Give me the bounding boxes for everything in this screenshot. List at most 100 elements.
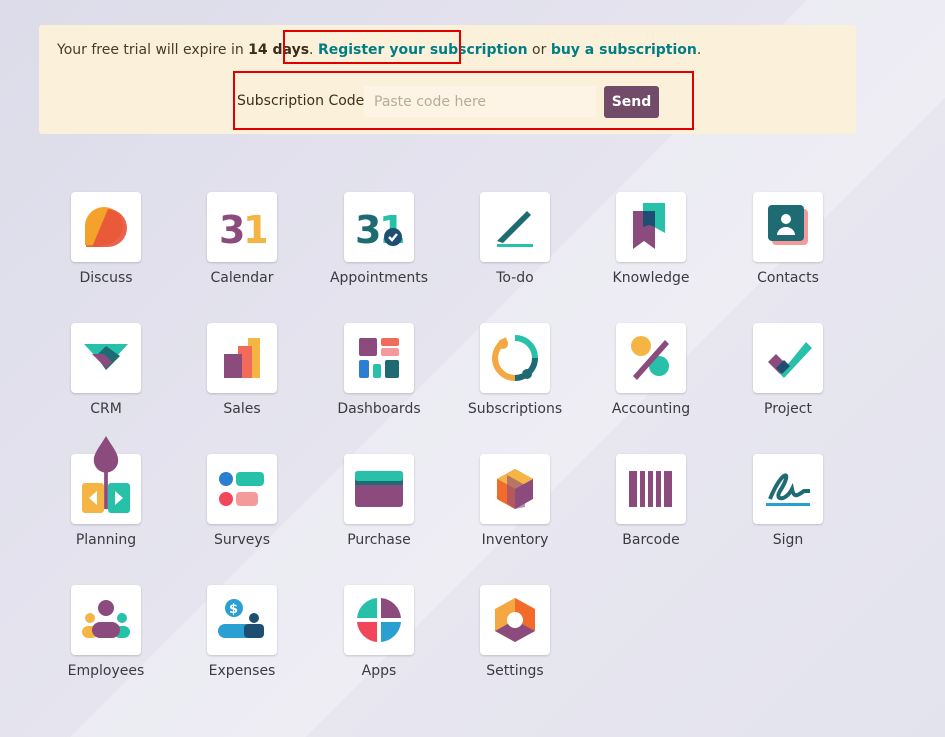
- sales-tile[interactable]: [207, 323, 277, 393]
- apps-icon: [357, 598, 401, 642]
- todo-icon: [497, 211, 533, 247]
- planning-tile[interactable]: [71, 436, 141, 524]
- buy-subscription-link[interactable]: buy a subscription: [551, 42, 697, 58]
- calendar-tile[interactable]: 3 1: [207, 192, 277, 262]
- app-label: Project: [764, 401, 812, 417]
- app-label: Inventory: [481, 532, 549, 548]
- app-label: Calendar: [210, 270, 274, 286]
- expenses-tile[interactable]: $: [207, 585, 277, 655]
- app-project[interactable]: Project: [719, 323, 855, 433]
- svg-text:3: 3: [219, 208, 245, 251]
- sign-icon: [766, 473, 810, 506]
- discuss-tile[interactable]: [71, 192, 141, 262]
- app-inventory[interactable]: Inventory: [446, 454, 582, 564]
- subscriptions-icon: [491, 335, 538, 381]
- inventory-tile[interactable]: [480, 454, 550, 524]
- svg-text:1: 1: [243, 208, 266, 251]
- app-label: Apps: [361, 663, 397, 679]
- subscription-code-input[interactable]: [364, 86, 596, 117]
- dashboards-tile[interactable]: [344, 323, 414, 393]
- dashboards-icon: [359, 338, 399, 378]
- project-tile[interactable]: [753, 323, 823, 393]
- surveys-icon: [219, 472, 264, 506]
- app-label: CRM: [90, 401, 122, 417]
- app-label: Barcode: [622, 532, 680, 548]
- contacts-icon: [768, 205, 808, 245]
- sign-tile[interactable]: [753, 454, 823, 524]
- calendar-icon: 3 1: [219, 208, 266, 251]
- app-subscriptions[interactable]: Subscriptions: [446, 323, 582, 433]
- or-text: or: [527, 42, 551, 58]
- project-icon: [768, 342, 812, 378]
- discuss-icon: [85, 207, 127, 247]
- appointments-tile[interactable]: 3 1: [344, 192, 414, 262]
- trial-period: .: [696, 42, 702, 58]
- app-discuss[interactable]: Discuss: [37, 192, 173, 302]
- apps-tile[interactable]: [344, 585, 414, 655]
- app-apps[interactable]: Apps: [310, 585, 446, 695]
- app-employees[interactable]: Employees: [37, 585, 173, 695]
- crm-icon: [84, 344, 128, 370]
- svg-text:$: $: [229, 602, 238, 617]
- app-label: Accounting: [611, 401, 691, 417]
- app-label: Purchase: [347, 532, 411, 548]
- app-label: Surveys: [214, 532, 270, 548]
- subscriptions-tile[interactable]: [480, 323, 550, 393]
- knowledge-icon: [633, 203, 665, 249]
- app-dashboards[interactable]: Dashboards: [310, 323, 446, 433]
- app-label: Sales: [223, 401, 261, 417]
- app-purchase[interactable]: Purchase: [310, 454, 446, 564]
- purchase-icon: [355, 471, 403, 507]
- app-planning[interactable]: Planning: [37, 436, 173, 564]
- purchase-tile[interactable]: [344, 454, 414, 524]
- app-label: Discuss: [79, 270, 133, 286]
- app-appointments[interactable]: 3 1 Appointments: [310, 192, 446, 302]
- app-sales[interactable]: Sales: [173, 323, 309, 433]
- trial-message: Your free trial will expire in 14 days. …: [57, 42, 702, 58]
- app-label: Knowledge: [612, 270, 690, 286]
- app-barcode[interactable]: Barcode: [582, 454, 718, 564]
- register-subscription-link[interactable]: Register your subscription: [318, 42, 528, 58]
- inventory-icon: [497, 469, 533, 509]
- app-label: Contacts: [757, 270, 819, 286]
- settings-icon: [495, 598, 535, 642]
- app-label: Dashboards: [337, 401, 421, 417]
- employees-icon: [82, 600, 130, 638]
- expenses-icon: $: [218, 599, 264, 638]
- trial-days: 14 days: [248, 42, 310, 58]
- app-sign[interactable]: Sign: [719, 454, 855, 564]
- trial-banner: Your free trial will expire in 14 days. …: [39, 25, 856, 134]
- contacts-tile[interactable]: [753, 192, 823, 262]
- app-label: Employees: [67, 663, 145, 679]
- app-surveys[interactable]: Surveys: [173, 454, 309, 564]
- subscription-code-label: Subscription Code:: [237, 93, 369, 109]
- accounting-icon: [631, 336, 669, 380]
- settings-tile[interactable]: [480, 585, 550, 655]
- trial-prefix: Your free trial will expire in: [57, 42, 249, 58]
- todo-tile[interactable]: [480, 192, 550, 262]
- surveys-tile[interactable]: [207, 454, 277, 524]
- app-expenses[interactable]: $ Expenses: [173, 585, 309, 695]
- app-label: Appointments: [329, 270, 429, 286]
- sales-icon: [224, 338, 260, 378]
- send-button[interactable]: Send: [604, 86, 659, 118]
- employees-tile[interactable]: [71, 585, 141, 655]
- app-crm[interactable]: CRM: [37, 323, 173, 433]
- svg-text:3: 3: [355, 208, 381, 251]
- app-todo[interactable]: To-do: [446, 192, 582, 302]
- accounting-tile[interactable]: [616, 323, 686, 393]
- app-settings[interactable]: Settings: [446, 585, 582, 695]
- crm-tile[interactable]: [71, 323, 141, 393]
- app-calendar[interactable]: 3 1 Calendar: [173, 192, 309, 302]
- planning-pin-icon: [93, 436, 119, 510]
- app-contacts[interactable]: Contacts: [719, 192, 855, 302]
- app-label: Settings: [486, 663, 544, 679]
- barcode-icon: [629, 471, 672, 507]
- app-knowledge[interactable]: Knowledge: [582, 192, 718, 302]
- knowledge-tile[interactable]: [616, 192, 686, 262]
- app-accounting[interactable]: Accounting: [582, 323, 718, 433]
- appointments-icon: 3 1: [355, 208, 403, 251]
- app-label: To-do: [496, 270, 534, 286]
- app-label: Planning: [75, 532, 137, 548]
- barcode-tile[interactable]: [616, 454, 686, 524]
